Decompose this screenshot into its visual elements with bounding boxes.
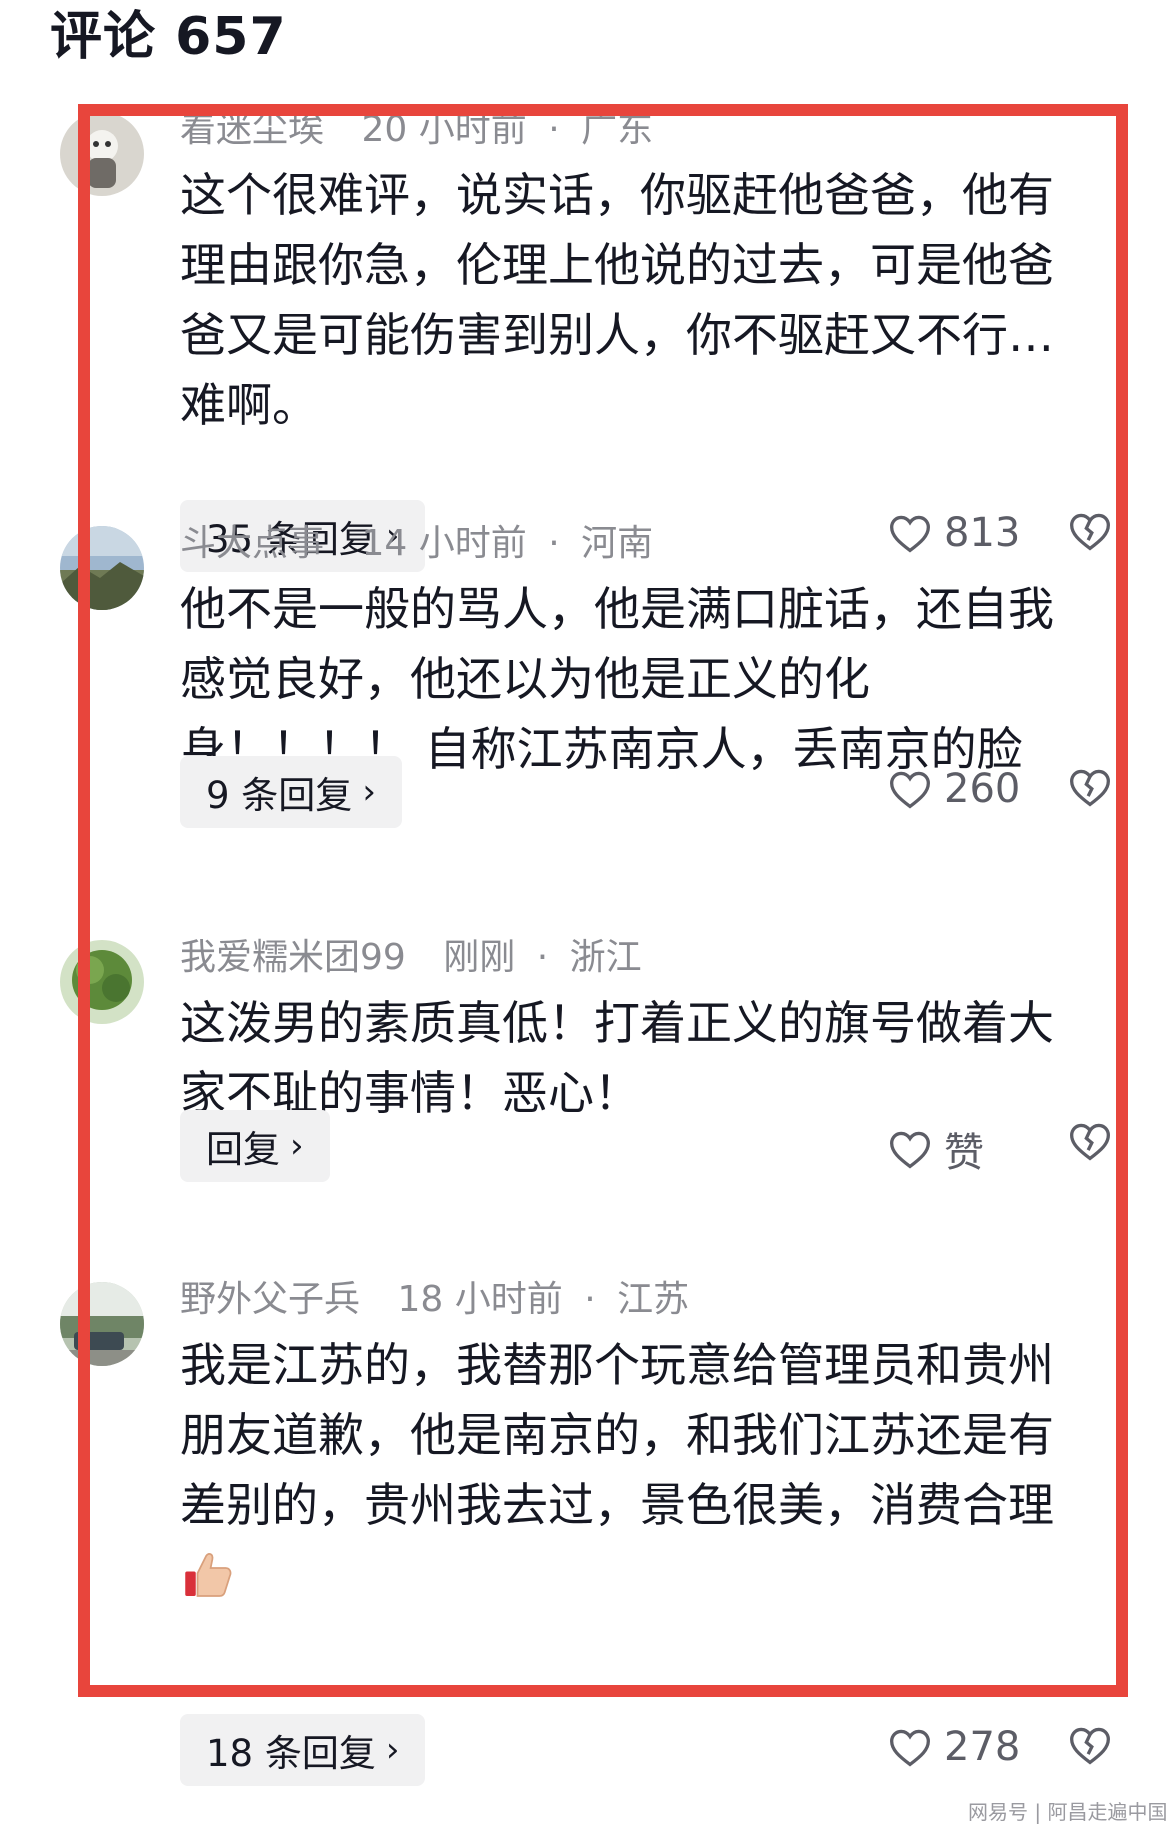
avatar[interactable] [60, 112, 144, 196]
avatar[interactable] [60, 526, 144, 610]
comment-line: 感觉良好，他还以为他是正义的化 [180, 652, 870, 706]
comments-count-title: 评论 657 [50, 7, 287, 67]
comment-meta: 我爱糯米团99 刚刚 · 浙江 [180, 928, 642, 980]
comment-line: 难啊。 [180, 378, 318, 432]
comment-line: 这泼男的素质真低！打着正义的旗号做着大 [180, 996, 1054, 1050]
heart-outline-icon [890, 771, 930, 809]
comment-text: 他不是一般的骂人，他是满口脏话，还自我 感觉良好，他还以为他是正义的化 身！！！… [180, 574, 1120, 784]
comment-line: 爸又是可能伤害到别人，你不驱赶又不行… [180, 308, 1054, 362]
like-count: 278 [944, 1724, 1021, 1770]
broken-heart-icon [1070, 1727, 1110, 1765]
comment-text: 这泼男的素质真低！打着正义的旗号做着大 家不耻的事情！恶心！ [180, 988, 1120, 1128]
comment-meta: 野外父子兵 18 小时前 · 江苏 [180, 1270, 689, 1322]
reply-label: 9 条回复 [206, 774, 353, 817]
like-count: 260 [944, 766, 1021, 812]
username[interactable]: 野外父子兵 [180, 1279, 360, 1320]
username[interactable]: 斗大点事 [180, 523, 324, 564]
separator-dot: · [584, 1279, 596, 1320]
like-count: 813 [944, 510, 1021, 556]
separator-dot: · [548, 523, 560, 564]
dislike-button[interactable] [1068, 766, 1112, 808]
dislike-button[interactable] [1068, 510, 1112, 552]
chevron-right-icon: › [362, 772, 376, 812]
comment-emoji-line [180, 1540, 1120, 1610]
like-button[interactable]: 赞 [888, 1120, 984, 1178]
dislike-button[interactable] [1068, 1120, 1112, 1162]
comment-line: 差别的，贵州我去过，景色很美，消费合理 [180, 1478, 1054, 1532]
like-button[interactable]: 278 [888, 1724, 1020, 1770]
view-replies-button[interactable]: 回复 › [180, 1110, 330, 1182]
broken-heart-icon [1070, 513, 1110, 551]
comment-line: 他不是一般的骂人，他是满口脏话，还自我 [180, 582, 1054, 636]
comment-text: 我是江苏的，我替那个玩意给管理员和贵州 朋友道歉，他是南京的，和我们江苏还是有 … [180, 1330, 1120, 1610]
comment-line: 我是江苏的，我替那个玩意给管理员和贵州 [180, 1338, 1054, 1392]
like-button[interactable]: 260 [888, 766, 1020, 812]
location: 江苏 [617, 1279, 690, 1320]
view-replies-button[interactable]: 9 条回复 › [180, 756, 402, 828]
broken-heart-icon [1070, 1123, 1110, 1161]
comment-line: 朋友道歉，他是南京的，和我们江苏还是有 [180, 1408, 1054, 1462]
comment-meta: 斗大点事 14 小时前 · 河南 [180, 514, 653, 566]
timestamp: 刚刚 [443, 937, 516, 978]
separator-dot: · [536, 937, 549, 978]
username[interactable]: 我爱糯米团99 [180, 937, 406, 978]
dislike-button[interactable] [1068, 1724, 1112, 1766]
avatar[interactable] [60, 940, 144, 1024]
like-label: 赞 [944, 1130, 984, 1176]
chevron-right-icon: › [385, 1730, 400, 1770]
comment-meta: 着迷尘埃 20 小时前 · 广东 [180, 100, 653, 152]
heart-outline-icon [890, 1729, 930, 1767]
heart-outline-icon [890, 515, 930, 553]
comment-line: 理由跟你急，伦理上他说的过去，可是他爸 [180, 238, 1054, 292]
timestamp: 18 小时前 [397, 1279, 563, 1320]
location: 河南 [581, 523, 654, 564]
username[interactable]: 着迷尘埃 [180, 109, 324, 150]
thumbs-up-emoji [185, 1553, 232, 1597]
location: 广东 [581, 109, 654, 150]
like-button[interactable]: 813 [888, 510, 1020, 556]
separator-dot: · [548, 109, 560, 150]
broken-heart-icon [1070, 769, 1110, 807]
location: 浙江 [569, 937, 642, 978]
reply-label: 回复 [206, 1128, 280, 1171]
comment-text: 这个很难评，说实话，你驱赶他爸爸，他有 理由跟你急，伦理上他说的过去，可是他爸 … [180, 160, 1120, 440]
view-replies-button[interactable]: 18 条回复 › [180, 1714, 426, 1786]
chevron-right-icon: › [290, 1126, 304, 1166]
timestamp: 20 小时前 [361, 109, 527, 150]
heart-outline-icon [890, 1131, 930, 1169]
comment-line: 这个很难评，说实话，你驱赶他爸爸，他有 [180, 168, 1054, 222]
avatar[interactable] [60, 1282, 144, 1366]
reply-label: 18 条回复 [206, 1732, 376, 1775]
timestamp: 14 小时前 [361, 523, 527, 564]
watermark: 网易号 | 阿昌走遍中国 [968, 1800, 1168, 1824]
